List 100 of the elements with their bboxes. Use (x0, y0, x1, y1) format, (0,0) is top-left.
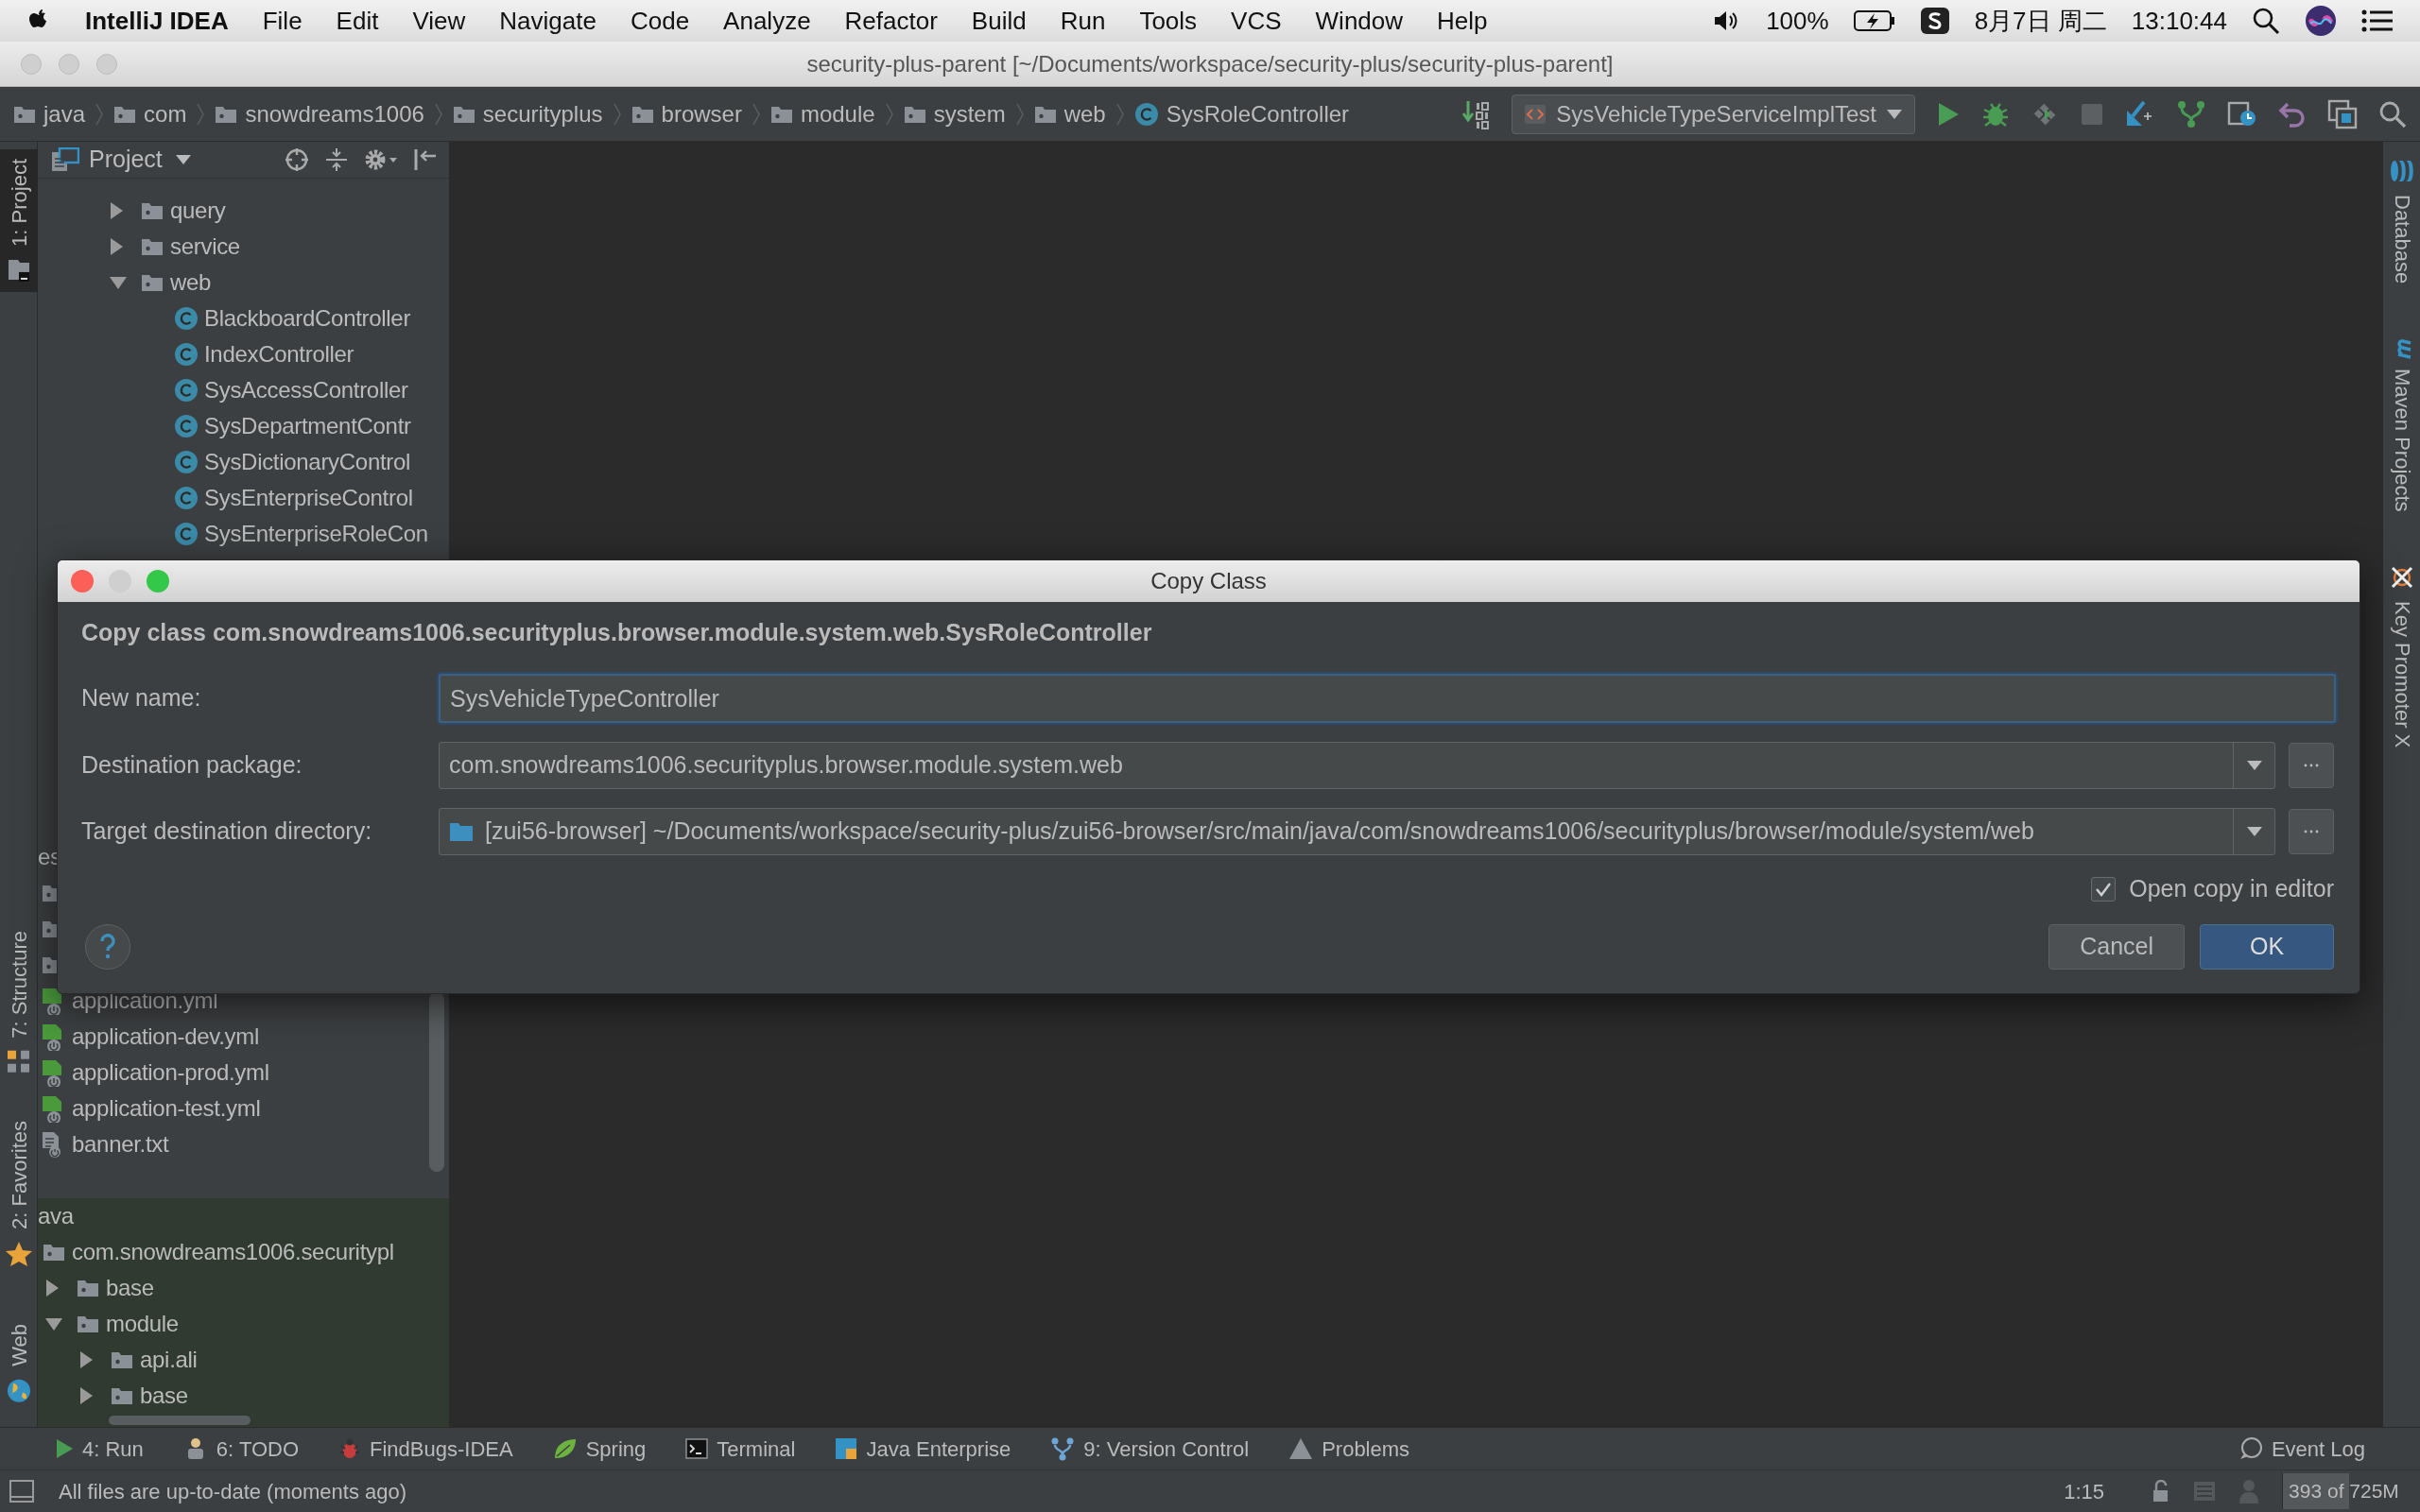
hide-icon[interactable] (413, 146, 438, 172)
menu-item[interactable]: View (412, 2, 466, 40)
tree-item[interactable]: ava (38, 1198, 74, 1233)
breadcrumb-item[interactable]: SysRoleController (1166, 96, 1350, 131)
tree-item[interactable]: IndexController (204, 336, 354, 371)
close-button[interactable] (71, 570, 94, 593)
tree-item[interactable]: banner.txt (72, 1126, 169, 1161)
checkbox[interactable] (2091, 876, 2117, 902)
class-icon (174, 521, 199, 546)
tree-item[interactable]: SysDictionaryControl (204, 444, 411, 479)
run-icon[interactable] (1936, 100, 1961, 128)
collapsed-arrow-icon[interactable] (109, 236, 124, 256)
collapsed-arrow-icon[interactable] (78, 1385, 94, 1405)
menu-item[interactable]: Help (1437, 2, 1488, 40)
menu-item[interactable]: Code (630, 2, 690, 40)
menu-item[interactable]: Analyze (723, 2, 811, 40)
tree-item[interactable]: module (106, 1306, 179, 1341)
tree-item[interactable]: base (140, 1378, 188, 1413)
tool-window-button[interactable]: Java Enterprise (835, 1433, 1011, 1465)
ok-button[interactable]: OK (2200, 923, 2334, 970)
crosshair-icon[interactable] (285, 146, 309, 172)
commit-icon[interactable] (2176, 98, 2206, 129)
scrollbar[interactable] (109, 1416, 251, 1425)
app-menu[interactable]: IntelliJ IDEA (85, 2, 229, 40)
tool-window-tab[interactable]: Web (0, 1314, 38, 1414)
breadcrumb-item[interactable]: snowdreams1006 (245, 96, 424, 131)
input-method-icon[interactable] (1919, 7, 1950, 35)
tree-item[interactable]: SysAccessController (204, 372, 408, 407)
tree-item[interactable]: api.ali (140, 1342, 198, 1377)
collapsed-arrow-icon[interactable] (109, 200, 124, 220)
tool-window-tab[interactable]: Maven Projects (2383, 327, 2420, 522)
tool-window-button[interactable]: Spring (552, 1433, 647, 1465)
scrollbar[interactable] (429, 992, 444, 1172)
tree-item[interactable]: application-test.yml (72, 1091, 261, 1125)
name-field[interactable]: SysVehicleTypeController (439, 674, 2336, 723)
collapsed-arrow-icon[interactable] (78, 1349, 94, 1369)
directory-combo[interactable]: [zui56-browser] ~/Documents/workspace/security-plus/zui56-browser/src/main/java/com/snowdreams1006/securityplus/browser/module/system/web (439, 808, 2275, 855)
breadcrumb-item[interactable]: system (933, 96, 1006, 131)
tool-window-button[interactable]: FindBugs-IDEA (338, 1433, 513, 1465)
battery-icon[interactable] (1853, 9, 1895, 32)
tree-item[interactable]: BlackboardController (204, 301, 411, 335)
menu-item[interactable]: Window (1315, 2, 1404, 40)
tree-item[interactable]: SysEnterpriseControl (204, 480, 413, 515)
tree-item[interactable]: application-prod.yml (72, 1055, 269, 1090)
project-structure-icon[interactable] (2327, 98, 2358, 129)
dropdown-icon (2245, 826, 2263, 837)
globe-icon (6, 1378, 32, 1404)
menu-item[interactable]: Refactor (844, 2, 938, 40)
breadcrumb-item[interactable]: web (1063, 96, 1106, 131)
tool-window-button[interactable]: 6: TODO (182, 1433, 300, 1465)
cursor-position[interactable]: 1:15 (2064, 1475, 2104, 1507)
collapsed-arrow-icon[interactable] (44, 1278, 60, 1297)
checkbox-label[interactable]: Open copy in editor (2129, 871, 2334, 907)
tool-window-tab[interactable]: Key Promoter X (2383, 555, 2420, 758)
tree-item[interactable]: query (170, 193, 226, 228)
tool-window-tab[interactable]: 7: Structure (0, 920, 38, 1084)
tree-item[interactable]: SysDepartmentContr (204, 408, 411, 443)
view-selector[interactable]: Project (89, 142, 191, 178)
menu-item[interactable]: Build (971, 2, 1027, 40)
search-icon[interactable] (2252, 7, 2280, 35)
panel-toggle-icon[interactable] (9, 1480, 34, 1503)
tree-item[interactable]: service (170, 229, 240, 264)
help-button[interactable] (85, 923, 130, 970)
menu-item[interactable]: VCS (1231, 2, 1282, 40)
run-configuration-dropdown[interactable]: SysVehicleTypeServiceImplTest (1512, 94, 1915, 134)
menu-item[interactable]: File (262, 2, 302, 40)
build-icon[interactable] (1462, 98, 1492, 129)
tree-item[interactable]: base (106, 1270, 154, 1305)
tool-window-button[interactable]: Problems (1288, 1433, 1410, 1465)
tree-item[interactable]: application-dev.yml (72, 1019, 259, 1054)
tool-window-tab[interactable]: Database (2383, 149, 2420, 294)
menu-item[interactable]: Navigate (499, 2, 596, 40)
cancel-button[interactable]: Cancel (2048, 923, 2185, 970)
collapse-icon[interactable] (324, 146, 349, 172)
breadcrumb-item[interactable]: java (43, 96, 86, 131)
breadcrumb-item[interactable]: com (144, 96, 187, 131)
event-log-button[interactable]: Event Log (2238, 1433, 2365, 1465)
breadcrumb-item[interactable]: browser (661, 96, 742, 131)
orb-icon[interactable] (2305, 5, 2337, 37)
tool-window-button[interactable]: 9: Version Control (1050, 1433, 1250, 1465)
tool-window-button[interactable]: Terminal (685, 1433, 796, 1465)
tool-window-tab[interactable]: 2: Favorites (0, 1111, 38, 1278)
tree-item[interactable]: web (170, 265, 212, 300)
tool-window-button[interactable]: 4: Run (55, 1433, 144, 1465)
breadcrumb-item[interactable]: module (800, 96, 875, 131)
menu-bar-date[interactable]: 8月7日 周二 (1974, 2, 2107, 40)
menu-item[interactable]: Tools (1139, 2, 1198, 40)
breadcrumb-item[interactable]: securityplus (482, 96, 603, 131)
package-combo[interactable]: com.snowdreams1006.securityplus.browser.module.system.web (439, 742, 2275, 789)
tree-item[interactable]: com.snowdreams1006.securitypl (72, 1234, 394, 1269)
ellipsis-icon (2304, 830, 2319, 833)
menu-icon[interactable] (2361, 9, 2394, 33)
menu-item[interactable]: Edit (336, 2, 379, 40)
expanded-arrow-icon[interactable] (109, 274, 128, 290)
class-icon (174, 305, 199, 331)
menu-item[interactable]: Run (1060, 2, 1106, 40)
tree-item[interactable]: SysEnterpriseRoleCon (204, 516, 428, 551)
expanded-arrow-icon[interactable] (44, 1315, 63, 1332)
menu-bar-clock[interactable]: 13:10:44 (2131, 2, 2227, 40)
tool-window-tab[interactable]: 1: Project (0, 149, 38, 292)
